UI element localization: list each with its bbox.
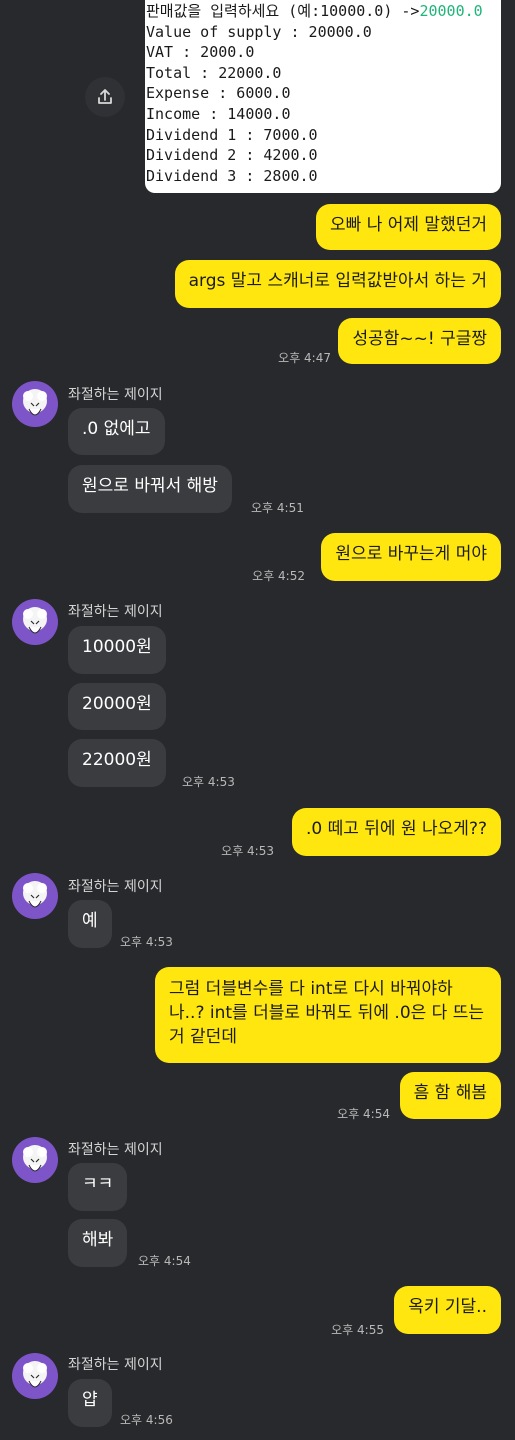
message-timestamp: 오후 4:53 (120, 935, 173, 949)
message-timestamp: 오후 4:54 (337, 1107, 390, 1121)
console-output-image[interactable]: 판매값을 입력하세요 (예:10000.0) ->20000.0 Value o… (145, 0, 501, 193)
avatar-illustration (23, 1361, 47, 1388)
console-input-value: 20000.0 (419, 2, 483, 20)
message-timestamp: 오후 4:56 (120, 1413, 173, 1427)
message-timestamp: 오후 4:47 (278, 351, 331, 365)
console-line: VAT : 2000.0 (146, 43, 255, 62)
their-message-bubble[interactable]: .0 없에고 (68, 408, 165, 455)
contact-name: 좌절하는 제이지 (68, 604, 163, 620)
contact-avatar[interactable] (12, 1137, 58, 1183)
console-line: Income : 14000.0 (146, 104, 291, 123)
message-timestamp: 오후 4:55 (331, 1323, 384, 1337)
my-message-bubble[interactable]: .0 떼고 뒤에 원 나오게?? (291, 808, 501, 856)
contact-avatar[interactable] (12, 1353, 58, 1399)
message-timestamp: 오후 4:51 (251, 501, 304, 515)
console-line: Dividend 1 : 7000.0 (146, 125, 318, 144)
share-icon (98, 89, 112, 104)
my-message-bubble[interactable]: 성공함~~! 구글짱 (338, 318, 501, 364)
share-button[interactable] (85, 77, 125, 117)
their-message-bubble[interactable]: 10000원 (68, 626, 166, 674)
contact-name: 좌절하는 제이지 (68, 1357, 163, 1373)
their-message-bubble[interactable]: 해봐 (68, 1219, 128, 1267)
their-message-bubble[interactable]: 20000원 (68, 683, 166, 730)
console-line: Total : 22000.0 (146, 63, 282, 82)
contact-name: 좌절하는 제이지 (68, 1142, 163, 1158)
my-message-bubble[interactable]: 그럼 더블변수를 다 int로 다시 바꿔야하나..? int를 더블로 바꿔도… (155, 967, 501, 1063)
my-message-bubble[interactable]: 흠 함 해봄 (399, 1072, 501, 1119)
contact-avatar[interactable] (12, 599, 58, 645)
contact-name: 좌절하는 제이지 (68, 879, 163, 895)
console-line: Dividend 3 : 2800.0 (146, 166, 318, 185)
message-timestamp: 오후 4:53 (221, 844, 274, 858)
avatar-illustration (23, 607, 47, 634)
console-line: Dividend 2 : 4200.0 (146, 146, 318, 165)
their-message-bubble[interactable]: 예 (68, 900, 112, 948)
their-message-bubble[interactable]: 원으로 바꿔서 해방 (68, 465, 232, 513)
message-timestamp: 오후 4:52 (252, 569, 305, 583)
avatar-illustration (23, 389, 47, 416)
my-message-bubble[interactable]: 원으로 바꾸는게 머야 (321, 533, 501, 581)
their-message-bubble[interactable]: 22000원 (68, 739, 166, 787)
their-message-bubble[interactable]: ㅋㅋ (68, 1163, 128, 1211)
avatar-illustration (23, 881, 47, 908)
my-message-bubble[interactable]: 오빠 나 어제 말했던거 (316, 204, 501, 250)
my-message-bubble[interactable]: args 말고 스캐너로 입력값받아서 하는 거 (174, 260, 501, 308)
console-line: Value of supply : 20000.0 (146, 22, 372, 41)
message-timestamp: 오후 4:54 (138, 1254, 191, 1268)
avatar-illustration (23, 1145, 47, 1172)
contact-avatar[interactable] (12, 873, 58, 919)
my-message-bubble[interactable]: 옥키 기달.. (394, 1286, 501, 1334)
contact-avatar[interactable] (12, 381, 58, 427)
their-message-bubble[interactable]: 얍 (68, 1379, 112, 1427)
contact-name: 좌절하는 제이지 (68, 387, 163, 403)
message-timestamp: 오후 4:53 (182, 775, 235, 789)
console-line: 판매값을 입력하세요 (예:10000.0) ->20000.0 (146, 2, 483, 20)
console-line: Expense : 6000.0 (146, 84, 291, 103)
